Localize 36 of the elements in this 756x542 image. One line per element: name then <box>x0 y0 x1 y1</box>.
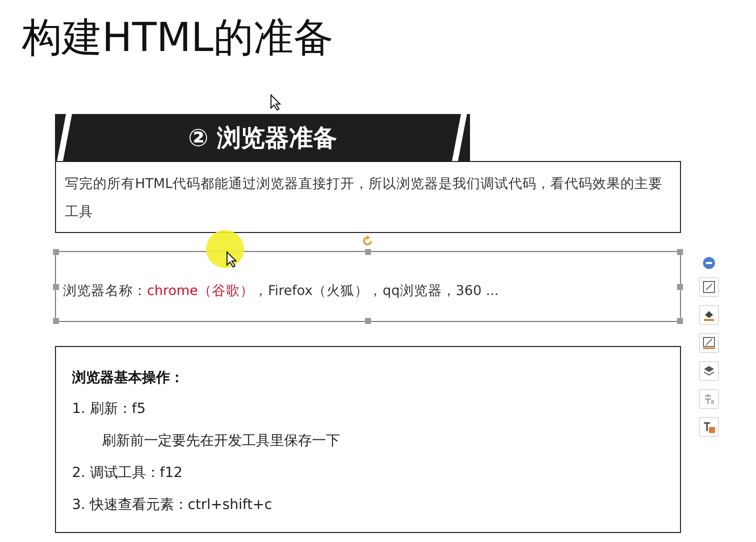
cursor-highlight <box>206 230 244 268</box>
list-heading: 浏览器基本操作： <box>72 369 185 387</box>
fill-tool-button[interactable] <box>699 305 719 325</box>
resize-handle[interactable] <box>365 249 371 255</box>
collapse-button[interactable] <box>703 257 715 269</box>
layers-icon <box>703 365 715 377</box>
resize-handle[interactable] <box>677 249 683 255</box>
font-tool-button[interactable] <box>699 389 719 409</box>
note-text: 刷新前一定要先在开发工具里保存一下 <box>102 432 341 451</box>
font-swap-icon <box>703 393 715 405</box>
outline-tool-button[interactable] <box>699 333 719 353</box>
layers-tool-button[interactable] <box>699 361 719 381</box>
textbox-tool-button[interactable] <box>699 417 719 437</box>
list-item: 3. 快速查看元素：ctrl+shift+c <box>72 496 274 515</box>
intro-text: 写完的所有HTML代码都能通过浏览器直接打开，所以浏览器是我们调试代码，看代码效果的主要工具 <box>65 175 664 222</box>
pencil-icon <box>703 281 715 293</box>
cursor-icon <box>270 94 282 111</box>
minus-icon <box>706 262 712 264</box>
resize-handle[interactable] <box>53 318 59 324</box>
paint-bucket-icon <box>703 309 715 321</box>
resize-handle[interactable] <box>53 284 59 290</box>
resize-handle[interactable] <box>677 284 683 290</box>
slide-title: 构建HTML的准备 <box>21 14 334 63</box>
cursor-icon <box>226 251 238 268</box>
text-box-icon <box>703 421 715 433</box>
list-item: 2. 调试工具：f12 <box>72 464 184 483</box>
slash-stripe <box>57 114 73 161</box>
list-item: 1. 刷新：f5 <box>72 400 147 419</box>
browser-names: 浏览器名称：chrome（谷歌），Firefox（火狐），qq浏览器，360 ... <box>63 282 500 301</box>
edit-tool-button[interactable] <box>699 277 719 297</box>
resize-handle[interactable] <box>53 249 59 255</box>
slash-stripe <box>452 114 468 161</box>
banner-title: ② 浏览器准备 <box>188 122 337 154</box>
resize-handle[interactable] <box>365 318 371 324</box>
rotate-handle-icon[interactable] <box>362 235 374 247</box>
resize-handle[interactable] <box>677 318 683 324</box>
